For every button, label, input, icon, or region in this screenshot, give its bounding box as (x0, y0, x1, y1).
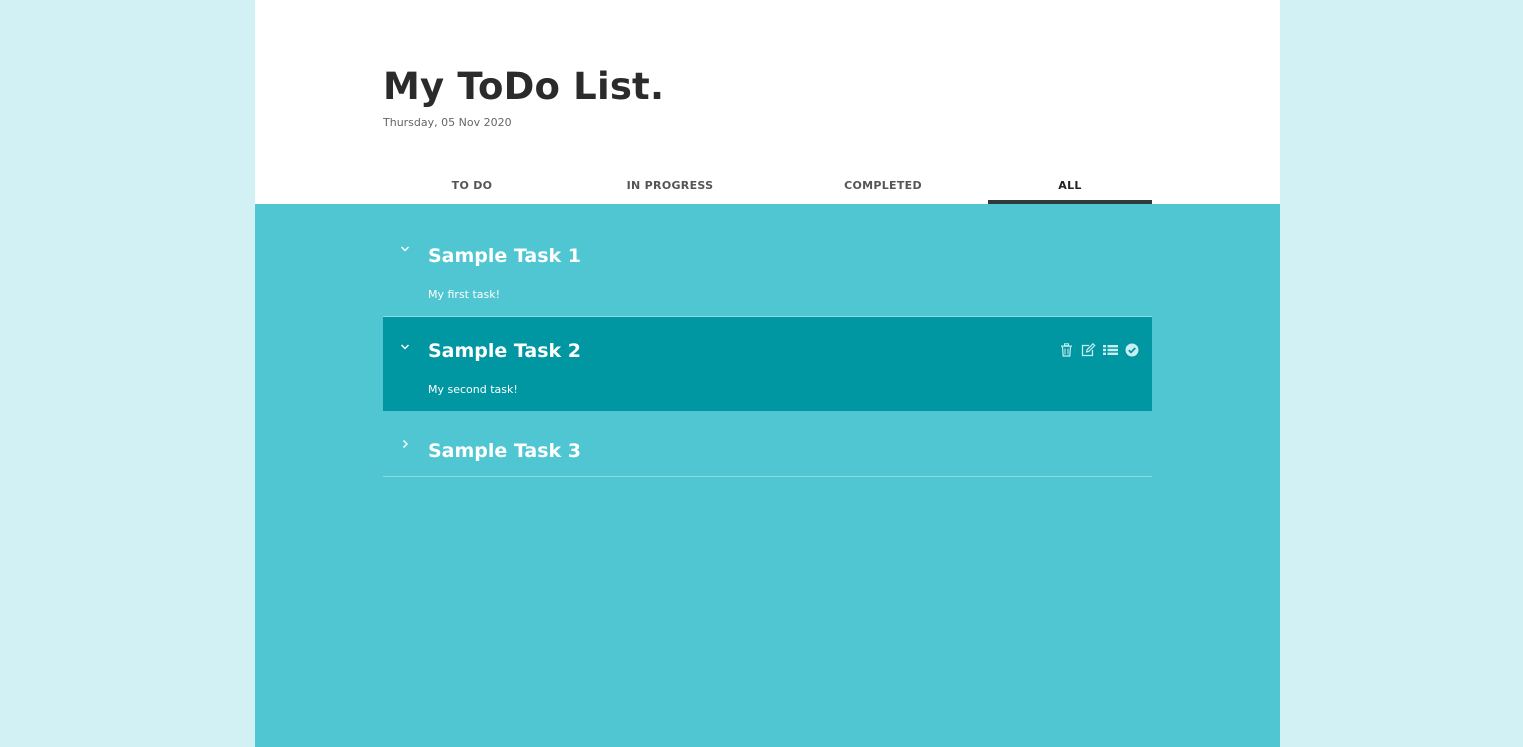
tab-todo-label: TO DO (451, 179, 493, 192)
task-title: Sample Task 2 (428, 340, 582, 362)
task-description: My second task! (428, 383, 518, 396)
task-item-selected[interactable]: Sample Task 2 My second task! (383, 317, 1152, 411)
tab-todo[interactable]: TO DO (383, 170, 561, 204)
edit-icon[interactable] (1080, 342, 1096, 358)
task-item[interactable]: Sample Task 1 My first task! (383, 216, 1152, 317)
task-description: My first task! (428, 288, 501, 301)
chevron-down-icon[interactable] (399, 243, 411, 255)
task-list-area: Sample Task 1 My first task! Sample Task… (255, 204, 1280, 747)
tab-in-progress-label: IN PROGRESS (626, 179, 714, 192)
tab-completed-label: COMPLETED (844, 179, 922, 192)
task-item[interactable]: Sample Task 3 (383, 411, 1152, 477)
check-circle-icon[interactable] (1124, 342, 1140, 358)
tab-all[interactable]: ALL (988, 170, 1152, 204)
chevron-down-icon[interactable] (399, 341, 411, 353)
task-title: Sample Task 1 (428, 245, 582, 267)
tab-completed[interactable]: COMPLETED (779, 170, 987, 204)
page-title: My ToDo List. (383, 65, 665, 108)
task-actions (1058, 342, 1140, 358)
task-list: Sample Task 1 My first task! Sample Task… (383, 216, 1152, 477)
app-container: My ToDo List. Thursday, 05 Nov 2020 TO D… (255, 0, 1280, 747)
header: My ToDo List. Thursday, 05 Nov 2020 (383, 62, 664, 129)
chevron-right-icon[interactable] (399, 438, 411, 450)
trash-icon[interactable] (1058, 342, 1074, 358)
list-icon[interactable] (1102, 342, 1118, 358)
task-title: Sample Task 3 (428, 440, 582, 462)
filter-tabs: TO DO IN PROGRESS COMPLETED ALL (383, 170, 1152, 204)
tab-all-label: ALL (1058, 179, 1082, 192)
tab-in-progress[interactable]: IN PROGRESS (561, 170, 779, 204)
current-date: Thursday, 05 Nov 2020 (383, 116, 512, 129)
